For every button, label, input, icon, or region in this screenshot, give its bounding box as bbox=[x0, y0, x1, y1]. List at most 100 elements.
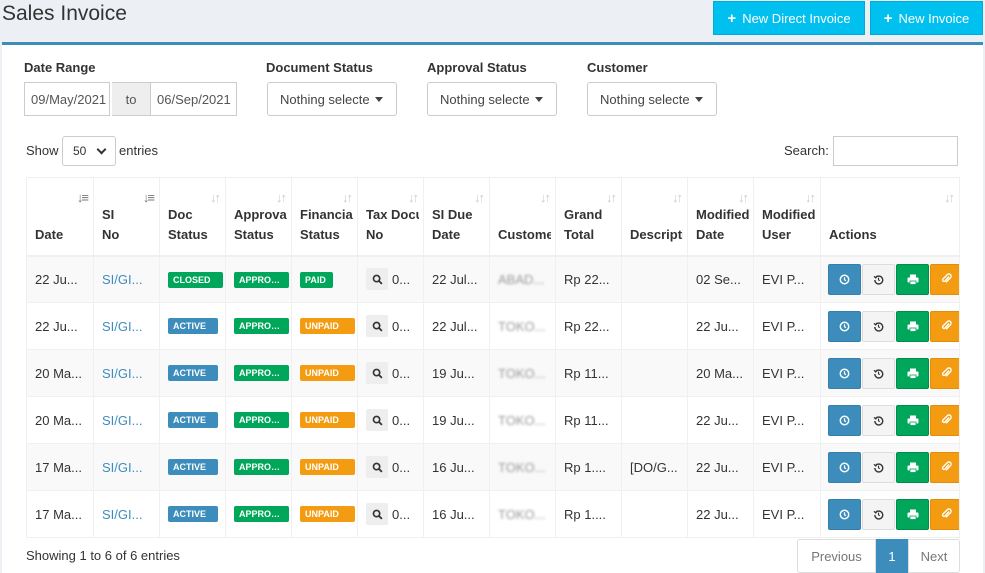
print-icon[interactable] bbox=[896, 498, 929, 530]
print-icon[interactable] bbox=[896, 404, 929, 436]
modified-user-cell: EVI P... bbox=[753, 302, 821, 350]
column-header[interactable]: ↓↑ Grand Total bbox=[555, 177, 622, 257]
table-row: 22 Ju... SI/GI... ACTIVE APPROVED UNPAID 0...… bbox=[26, 302, 960, 350]
grand-total-cell: Rp 1.... bbox=[555, 443, 622, 491]
search-icon[interactable] bbox=[366, 315, 388, 337]
si-no-link[interactable]: SI/GI... bbox=[93, 349, 160, 397]
financial-status-cell: PAID bbox=[291, 255, 358, 303]
table-row: 20 Ma... SI/GI... ACTIVE APPROVED UNPAID 0...… bbox=[26, 396, 960, 444]
tax-document-no: 0... bbox=[392, 412, 411, 428]
history-icon[interactable] bbox=[862, 310, 895, 342]
sort-icon: ↓↑ bbox=[342, 190, 353, 205]
search-icon[interactable] bbox=[366, 268, 388, 291]
actions-cell bbox=[820, 443, 960, 491]
document-status-dropdown[interactable]: Nothing selecte bbox=[267, 82, 397, 116]
entries-per-page-select[interactable]: 50 bbox=[62, 136, 116, 166]
clock-icon[interactable] bbox=[828, 310, 861, 342]
history-icon[interactable] bbox=[862, 263, 895, 295]
financial-status-cell: UNPAID bbox=[291, 349, 358, 397]
modified-date-cell: 22 Ju... bbox=[687, 443, 754, 491]
history-icon[interactable] bbox=[862, 498, 895, 530]
approval-status-dropdown[interactable]: Nothing selecte bbox=[427, 82, 557, 116]
date-to-input[interactable]: 06/Sep/2021 bbox=[150, 82, 237, 116]
clock-icon[interactable] bbox=[828, 357, 861, 389]
history-icon[interactable] bbox=[862, 357, 895, 389]
financial-status-badge: PAID bbox=[300, 271, 333, 288]
column-header[interactable]: ↓↑ Actions bbox=[820, 177, 960, 257]
date-cell: 20 Ma... bbox=[26, 396, 94, 444]
paperclip-icon[interactable] bbox=[930, 310, 959, 342]
description-cell bbox=[621, 349, 688, 397]
si-no-link[interactable]: SI/GI... bbox=[93, 443, 160, 491]
tax-document-cell: 0... bbox=[357, 302, 424, 350]
due-date-cell: 16 Ju... bbox=[423, 490, 490, 538]
doc-status-cell: ACTIVE bbox=[159, 396, 226, 444]
search-icon[interactable] bbox=[366, 503, 388, 525]
paperclip-icon[interactable] bbox=[930, 404, 959, 436]
sort-icon: ↓≡ bbox=[142, 190, 155, 205]
column-header[interactable]: ↓↑ Financial Status bbox=[291, 177, 358, 257]
new-direct-invoice-button[interactable]: + New Direct Invoice bbox=[713, 1, 865, 35]
paperclip-icon[interactable] bbox=[930, 263, 959, 295]
description-cell bbox=[621, 490, 688, 538]
date-from-input[interactable]: 09/May/2021 bbox=[24, 82, 110, 116]
tax-document-cell: 0... bbox=[357, 443, 424, 491]
column-header[interactable]: ↓≡ SI No bbox=[93, 177, 160, 257]
clock-icon[interactable] bbox=[828, 451, 861, 483]
column-header[interactable]: ↓↑ Customer bbox=[489, 177, 556, 257]
column-header[interactable]: ↓↑ Approval Status bbox=[225, 177, 292, 257]
actions-cell bbox=[820, 302, 960, 350]
financial-status-cell: UNPAID bbox=[291, 490, 358, 538]
history-icon[interactable] bbox=[862, 451, 895, 483]
column-header-line-2: Actions bbox=[829, 226, 877, 242]
column-header[interactable]: ↓↑ Modified User bbox=[753, 177, 821, 257]
paperclip-icon[interactable] bbox=[930, 498, 959, 530]
date-cell: 17 Ma... bbox=[26, 443, 94, 491]
grand-total-cell: Rp 22... bbox=[555, 255, 622, 303]
column-header[interactable]: ↓↑ Modified Date bbox=[687, 177, 754, 257]
paperclip-icon[interactable] bbox=[930, 357, 959, 389]
si-no-link[interactable]: SI/GI... bbox=[93, 255, 160, 303]
clock-icon[interactable] bbox=[828, 404, 861, 436]
customer-cell: ABAD... bbox=[489, 255, 556, 303]
description-cell bbox=[621, 255, 688, 303]
search-icon[interactable] bbox=[366, 409, 388, 431]
print-icon[interactable] bbox=[896, 263, 929, 295]
actions-cell bbox=[820, 349, 960, 397]
si-no-link[interactable]: SI/GI... bbox=[93, 302, 160, 350]
approval-status-cell: APPROVED bbox=[225, 396, 292, 444]
customer-cell: TOKO... bbox=[489, 349, 556, 397]
page-title: Sales Invoice bbox=[2, 2, 127, 25]
si-no-link[interactable]: SI/GI... bbox=[93, 396, 160, 444]
search-icon[interactable] bbox=[366, 456, 388, 478]
table-header-row: ↓≡ Date ↓≡ SI No ↓↑ Doc Status ↓↑ Approval Status… bbox=[26, 177, 960, 257]
customer-value: Nothing selecte bbox=[600, 91, 690, 107]
paperclip-icon[interactable] bbox=[930, 451, 959, 483]
clock-icon[interactable] bbox=[828, 498, 861, 530]
caret-down-icon bbox=[535, 96, 543, 102]
sort-icon: ↓↑ bbox=[276, 190, 287, 205]
sort-icon: ↓↑ bbox=[805, 190, 816, 205]
previous-page-button[interactable]: Previous bbox=[797, 539, 876, 573]
date-to-separator: to bbox=[112, 82, 150, 116]
new-invoice-button[interactable]: + New Invoice bbox=[870, 1, 983, 35]
column-header[interactable]: ↓≡ Date bbox=[26, 177, 94, 257]
print-icon[interactable] bbox=[896, 310, 929, 342]
si-no-link[interactable]: SI/GI... bbox=[93, 490, 160, 538]
column-header[interactable]: ↓↑ SI Due Date bbox=[423, 177, 490, 257]
column-header[interactable]: ↓↑Tax DocumentNo bbox=[357, 177, 424, 257]
approval-status-cell: APPROVED bbox=[225, 349, 292, 397]
print-icon[interactable] bbox=[896, 451, 929, 483]
history-icon[interactable] bbox=[862, 404, 895, 436]
next-page-button[interactable]: Next bbox=[908, 539, 960, 573]
search-input[interactable] bbox=[833, 136, 958, 166]
page-1-button[interactable]: 1 bbox=[876, 539, 908, 573]
print-icon[interactable] bbox=[896, 357, 929, 389]
search-icon[interactable] bbox=[366, 362, 388, 384]
column-header[interactable]: ↓↑ Description bbox=[621, 177, 688, 257]
customer-dropdown[interactable]: Nothing selecte bbox=[587, 82, 717, 116]
table-row: 17 Ma... SI/GI... ACTIVE APPROVED UNPAID 0...… bbox=[26, 443, 960, 491]
date-cell: 22 Ju... bbox=[26, 302, 94, 350]
column-header[interactable]: ↓↑ Doc Status bbox=[159, 177, 226, 257]
clock-icon[interactable] bbox=[828, 263, 861, 295]
